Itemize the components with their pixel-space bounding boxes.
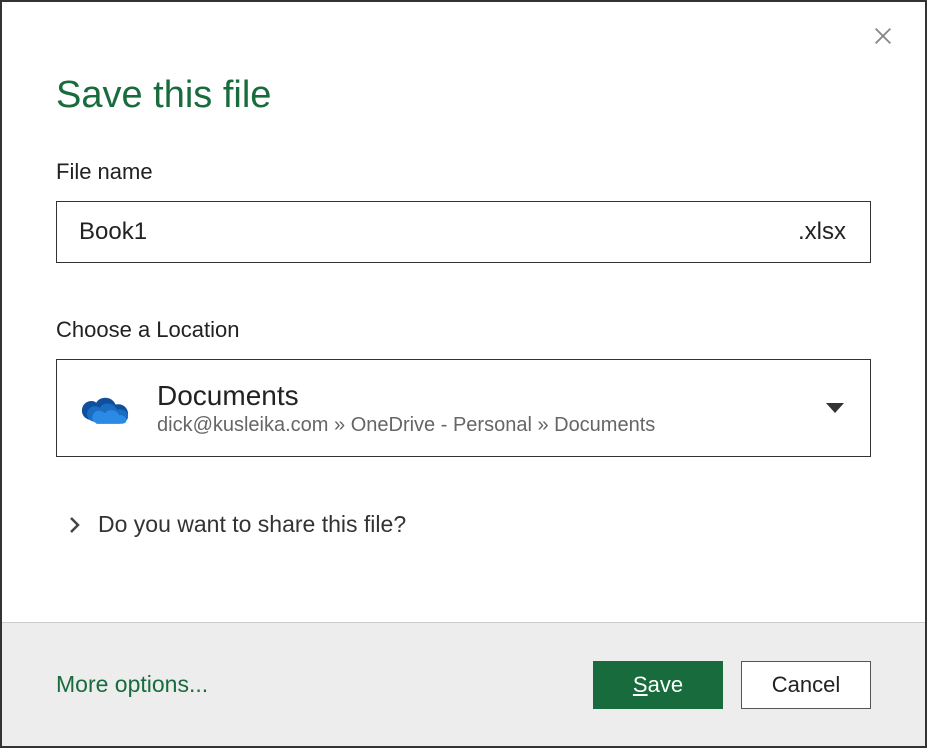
close-button[interactable] [869,22,897,50]
chevron-right-icon [68,518,82,532]
location-dropdown[interactable]: Documents dick@kusleika.com » OneDrive -… [56,359,871,457]
save-mnemonic: S [633,672,648,697]
close-icon [872,25,894,47]
location-text: Documents dick@kusleika.com » OneDrive -… [157,379,814,438]
more-options-link[interactable]: More options... [56,671,208,698]
onedrive-cloud-icon [77,388,133,428]
save-label-rest: ave [648,672,683,697]
location-label: Choose a Location [56,317,871,343]
share-expander[interactable]: Do you want to share this file? [68,503,871,546]
location-name: Documents [157,379,814,413]
dialog-title: Save this file [56,74,871,117]
chevron-down-icon [826,403,844,413]
filename-label: File name [56,159,871,185]
share-label: Do you want to share this file? [98,511,406,538]
location-path: dick@kusleika.com » OneDrive - Personal … [157,414,814,437]
save-button[interactable]: Save [593,661,723,709]
dialog-content: Save this file File name .xlsx Choose a … [2,2,925,622]
cancel-button[interactable]: Cancel [741,661,871,709]
dialog-footer: More options... Save Cancel [2,622,925,746]
filename-input[interactable] [79,218,798,246]
filename-field-row: .xlsx [56,201,871,263]
file-extension-label: .xlsx [798,218,846,246]
